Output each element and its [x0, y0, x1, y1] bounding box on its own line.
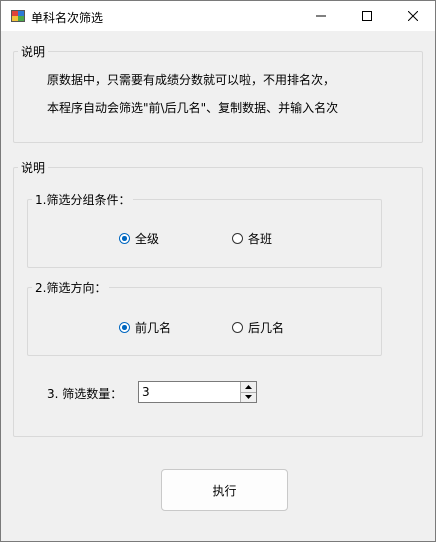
spin-down-icon	[245, 395, 252, 400]
group-by-legend: 1.筛选分组条件：	[35, 193, 131, 207]
info-group-legend: 说明	[21, 45, 46, 59]
info-groupbox: 说明	[13, 43, 423, 143]
radio-icon[interactable]	[232, 233, 243, 244]
window-title: 单科名次筛选	[31, 11, 104, 25]
direction-legend: 2.筛选方向：	[35, 281, 107, 295]
radio-icon[interactable]	[232, 322, 243, 333]
radio-icon[interactable]	[119, 322, 130, 333]
direction-groupbox: 2.筛选方向：	[27, 279, 382, 356]
maximize-icon	[362, 11, 372, 21]
spin-down-button[interactable]	[240, 391, 256, 402]
info-text-line2: 本程序自动会筛选"前\后几名"、复制数据、并输入名次	[47, 101, 339, 115]
radio-bottom-n[interactable]: 后几名	[232, 319, 284, 336]
close-icon	[408, 11, 418, 21]
title-bar[interactable]: 单科名次筛选	[1, 1, 435, 31]
minimize-icon	[316, 15, 326, 17]
spin-up-button[interactable]	[240, 382, 256, 392]
execute-button[interactable]: 执行	[161, 469, 288, 511]
info-text-line1: 原数据中，只需要有成绩分数就可以啦，不用排名次，	[47, 73, 336, 87]
radio-whole-grade-label: 全级	[135, 232, 160, 246]
radio-bottom-n-label: 后几名	[248, 321, 285, 335]
maximize-button[interactable]	[344, 1, 390, 31]
count-label: 3. 筛选数量：	[47, 387, 123, 401]
radio-top-n[interactable]: 前几名	[119, 319, 171, 336]
radio-whole-grade[interactable]: 全级	[119, 230, 159, 247]
spin-up-icon	[245, 384, 252, 389]
minimize-button[interactable]	[298, 1, 344, 31]
count-stepper[interactable]: 3	[138, 381, 257, 403]
close-button[interactable]	[390, 1, 436, 31]
radio-top-n-label: 前几名	[135, 321, 172, 335]
app-icon	[11, 10, 25, 22]
radio-icon[interactable]	[119, 233, 130, 244]
count-value[interactable]: 3	[142, 385, 150, 399]
group-by-groupbox: 1.筛选分组条件：	[27, 191, 382, 268]
app-window: 单科名次筛选 说明 原数据中，只需要有成绩分数就可以啦，不用排名次， 本程序自动…	[0, 0, 436, 542]
options-group-legend: 说明	[21, 161, 46, 175]
radio-each-class[interactable]: 各班	[232, 230, 272, 247]
radio-each-class-label: 各班	[248, 232, 273, 246]
